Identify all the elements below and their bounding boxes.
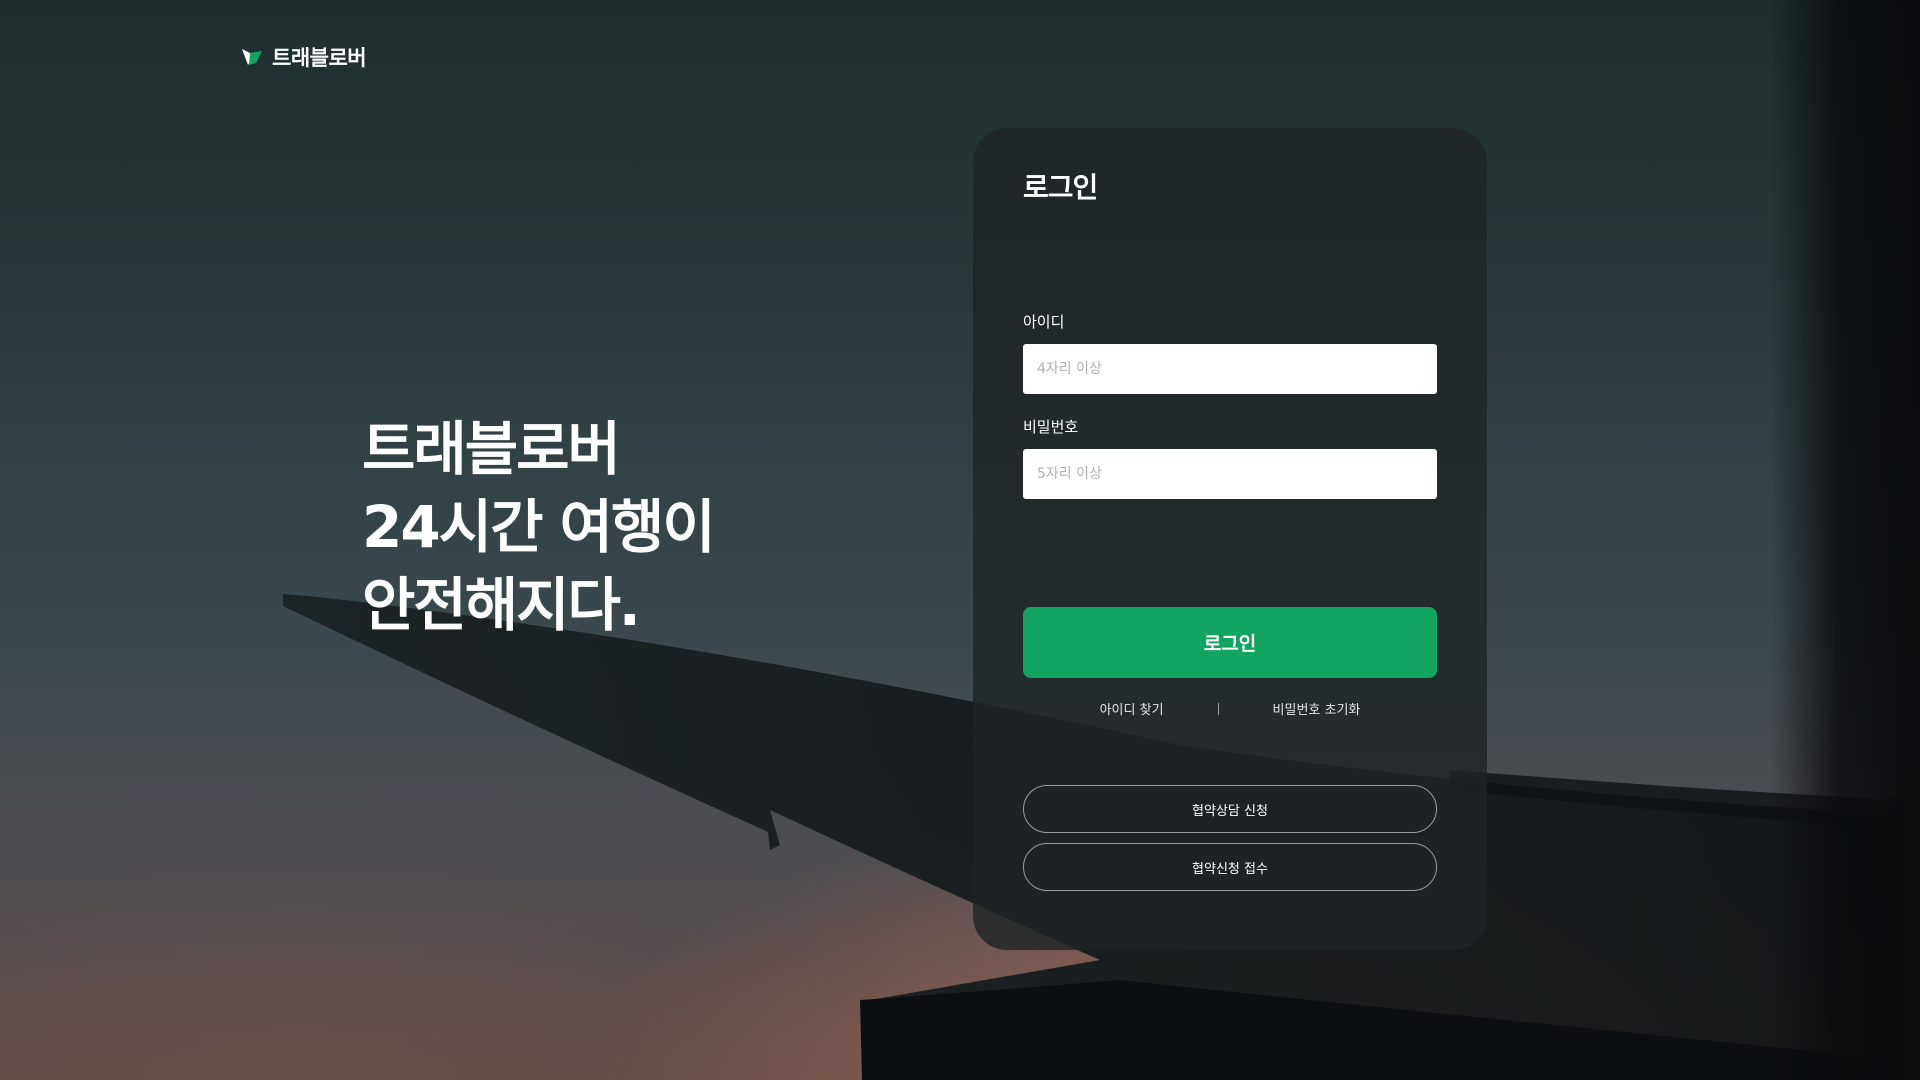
- hero-headline: 트래블로버 24시간 여행이 안전해지다.: [362, 410, 716, 644]
- password-label: 비밀번호: [1023, 418, 1079, 436]
- account-help-links: 아이디 찾기 비밀번호 초기화: [1023, 699, 1437, 718]
- window-frame-edge: [1770, 0, 1920, 1080]
- login-title: 로그인: [1023, 171, 1098, 204]
- password-input[interactable]: [1023, 449, 1437, 499]
- id-input[interactable]: [1023, 344, 1437, 394]
- brand-name: 트래블로버: [272, 46, 367, 70]
- id-label: 아이디: [1023, 313, 1065, 331]
- hero-line-2: 24시간 여행이: [362, 493, 716, 561]
- find-id-link[interactable]: 아이디 찾기: [1100, 699, 1164, 718]
- hero-line-3: 안전해지다.: [362, 571, 641, 639]
- consult-request-button[interactable]: 협약상담 신청: [1023, 785, 1437, 833]
- application-receipt-button[interactable]: 협약신청 접수: [1023, 843, 1437, 891]
- leaf-logo-icon: [242, 49, 262, 65]
- login-button[interactable]: 로그인: [1023, 607, 1437, 678]
- login-panel: 로그인 아이디 비밀번호 로그인 아이디 찾기 비밀번호 초기화 협약상담 신청…: [973, 128, 1487, 950]
- link-divider: [1217, 702, 1219, 715]
- airplane-wing-silhouette: [283, 594, 1905, 1080]
- brand-logo[interactable]: 트래블로버: [240, 42, 367, 72]
- hero-line-1: 트래블로버: [362, 415, 621, 483]
- reset-password-link[interactable]: 비밀번호 초기화: [1273, 699, 1361, 718]
